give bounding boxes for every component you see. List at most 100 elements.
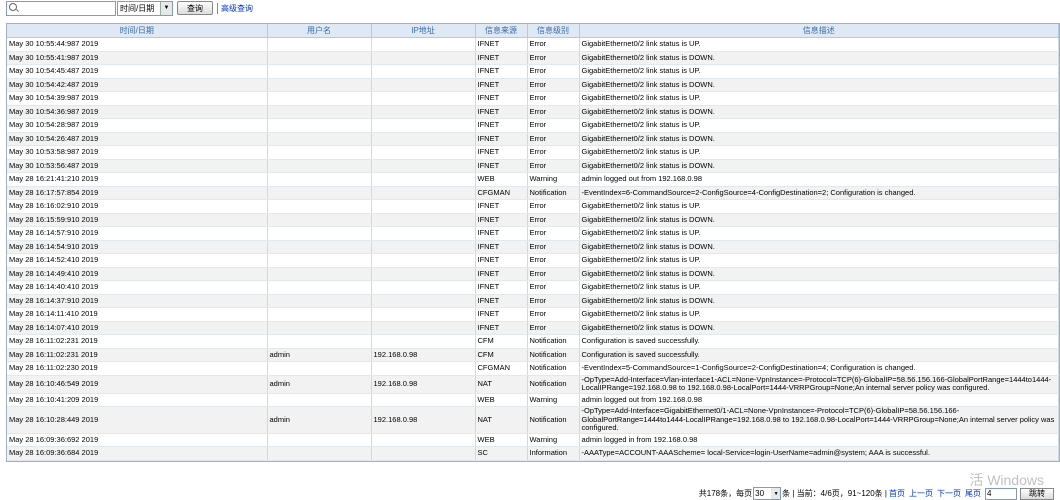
cell-source: NAT: [475, 406, 528, 434]
cell-ip: [371, 267, 476, 281]
table-row[interactable]: May 28 16:11:02:231 2019 admin 192.168.0.9…: [7, 348, 1059, 362]
cell-ip: [371, 433, 476, 447]
table-row[interactable]: May 28 16:09:36:684 2019 SC Information -AA…: [7, 446, 1059, 461]
table-row[interactable]: May 28 16:21:41:210 2019 WEB Warning admin …: [7, 172, 1059, 187]
table-row[interactable]: May 28 16:14:57:910 2019 IFNET Error Gigabi…: [7, 226, 1059, 241]
cell-desc: -OpType=Add-Interface=Vlan-interface1-AC…: [579, 375, 1059, 394]
cell-source: IFNET: [475, 226, 528, 241]
cell-source: IFNET: [475, 240, 528, 254]
cell-level: Error: [527, 307, 580, 322]
last-page-link[interactable]: 尾页: [965, 488, 981, 499]
cell-time: May 30 10:54:36:987 2019: [7, 105, 268, 119]
cell-desc: GigabitEthernet0/2 link status is UP.: [579, 253, 1059, 268]
table-row[interactable]: May 28 16:14:11:410 2019 IFNET Error Gigabi…: [7, 307, 1059, 322]
cell-level: Error: [527, 253, 580, 268]
table-row[interactable]: May 28 16:16:02:910 2019 IFNET Error Gigabi…: [7, 199, 1059, 214]
prev-page-link[interactable]: 上一页: [909, 488, 933, 499]
table-row[interactable]: May 30 10:54:26:487 2019 IFNET Error Gigabi…: [7, 132, 1059, 146]
next-page-link[interactable]: 下一页: [937, 488, 961, 499]
table-row[interactable]: May 28 16:14:49:410 2019 IFNET Error Gigabi…: [7, 267, 1059, 281]
advanced-query-link[interactable]: 高级查询: [217, 2, 253, 14]
toolbar: 时间/日期 ▼ 查询 高级查询: [6, 0, 253, 16]
cell-user: [267, 334, 372, 349]
cell-desc: -EventIndex=5-CommandSource=1-ConfigSour…: [579, 361, 1059, 376]
per-page-select[interactable]: 30 ▼: [753, 487, 782, 500]
cell-desc: GigabitEthernet0/2 link status is UP.: [579, 145, 1059, 160]
cell-user: [267, 321, 372, 335]
cell-ip: [371, 186, 476, 200]
cell-user: [267, 446, 372, 461]
table-row[interactable]: May 28 16:17:57:854 2019 CFGMAN Notificati…: [7, 186, 1059, 200]
cell-source: CFM: [475, 348, 528, 362]
search-box[interactable]: [6, 0, 116, 16]
cell-time: May 28 16:14:11:410 2019: [7, 307, 268, 322]
cell-source: IFNET: [475, 132, 528, 146]
cell-source: IFNET: [475, 64, 528, 79]
col-header-level[interactable]: 信息级别: [527, 24, 580, 38]
cell-source: IFNET: [475, 105, 528, 119]
table-row[interactable]: May 30 10:53:58:987 2019 IFNET Error Gigabi…: [7, 145, 1059, 160]
cell-user: [267, 307, 372, 322]
cell-user: [267, 159, 372, 173]
cell-level: Error: [527, 226, 580, 241]
search-icon: [9, 2, 17, 11]
table-row[interactable]: May 28 16:10:46:549 2019 admin 192.168.0.9…: [7, 375, 1059, 394]
table-row[interactable]: May 28 16:10:41:209 2019 WEB Warning admin …: [7, 393, 1059, 407]
cell-user: [267, 267, 372, 281]
table-row[interactable]: May 28 16:11:02:230 2019 CFGMAN Notificati…: [7, 361, 1059, 376]
first-page-link[interactable]: 首页: [889, 488, 905, 499]
cell-source: WEB: [475, 433, 528, 447]
cell-user: admin: [267, 375, 372, 394]
table-row[interactable]: May 28 16:15:59:910 2019 IFNET Error Gigabi…: [7, 213, 1059, 227]
col-header-ip[interactable]: IP地址: [371, 24, 476, 38]
cell-level: Error: [527, 321, 580, 335]
table-row[interactable]: May 30 10:54:28:987 2019 IFNET Error Gigabi…: [7, 118, 1059, 133]
table-row[interactable]: May 28 16:09:36:692 2019 WEB Warning admin …: [7, 433, 1059, 447]
table-row[interactable]: May 30 10:54:42:487 2019 IFNET Error Gigabi…: [7, 78, 1059, 92]
query-button[interactable]: 查询: [177, 1, 213, 15]
per-page-value: 30: [755, 489, 765, 498]
chevron-down-icon[interactable]: ▼: [160, 1, 172, 15]
field-select[interactable]: 时间/日期 ▼: [117, 0, 173, 16]
col-header-desc[interactable]: 信息描述: [579, 24, 1059, 38]
table-row[interactable]: May 28 16:11:02:231 2019 CFM Notification C…: [7, 334, 1059, 349]
cell-user: [267, 64, 372, 79]
table-row[interactable]: May 30 10:55:44:987 2019 IFNET Error Gigabi…: [7, 37, 1059, 52]
cell-ip: 192.168.0.98: [371, 348, 476, 362]
table-row[interactable]: May 28 16:14:37:910 2019 IFNET Error Gigabi…: [7, 294, 1059, 308]
search-input[interactable]: [19, 1, 109, 13]
cell-desc: Configuration is saved successfully.: [579, 348, 1059, 362]
table-row[interactable]: May 30 10:55:41:987 2019 IFNET Error Gigabi…: [7, 51, 1059, 65]
table-row[interactable]: May 30 10:54:45:487 2019 IFNET Error Gigabi…: [7, 64, 1059, 79]
cell-source: IFNET: [475, 294, 528, 308]
page-number-input[interactable]: [985, 487, 1017, 500]
table-row[interactable]: May 30 10:53:56:487 2019 IFNET Error Gigabi…: [7, 159, 1059, 173]
col-header-time[interactable]: 时间/日期: [7, 24, 268, 38]
cell-source: WEB: [475, 172, 528, 187]
cell-time: May 28 16:10:41:209 2019: [7, 393, 268, 407]
table-row[interactable]: May 28 16:14:52:410 2019 IFNET Error Gigabi…: [7, 253, 1059, 268]
table-row[interactable]: May 30 10:54:36:987 2019 IFNET Error Gigabi…: [7, 105, 1059, 119]
cell-desc: GigabitEthernet0/2 link status is UP.: [579, 118, 1059, 133]
cell-source: IFNET: [475, 213, 528, 227]
table-row[interactable]: May 28 16:14:07:410 2019 IFNET Error Gigabi…: [7, 321, 1059, 335]
table-row[interactable]: May 28 16:14:40:410 2019 IFNET Error Gigabi…: [7, 280, 1059, 295]
cell-source: IFNET: [475, 91, 528, 106]
cell-ip: [371, 294, 476, 308]
cell-source: IFNET: [475, 37, 528, 52]
go-button[interactable]: 跳转: [1020, 487, 1054, 500]
cell-source: IFNET: [475, 118, 528, 133]
table-row[interactable]: May 30 10:54:39:987 2019 IFNET Error Gigabi…: [7, 91, 1059, 106]
table-row[interactable]: May 28 16:14:54:910 2019 IFNET Error Gigabi…: [7, 240, 1059, 254]
chevron-down-icon[interactable]: ▼: [771, 488, 781, 499]
cell-time: May 28 16:10:28:449 2019: [7, 406, 268, 434]
cell-ip: [371, 37, 476, 52]
cell-level: Error: [527, 159, 580, 173]
cell-ip: [371, 240, 476, 254]
col-header-source[interactable]: 信息来源: [475, 24, 528, 38]
cell-level: Error: [527, 118, 580, 133]
col-header-user[interactable]: 用户名: [267, 24, 372, 38]
cell-ip: [371, 361, 476, 376]
table-row[interactable]: May 28 16:10:28:449 2019 admin 192.168.0.9…: [7, 406, 1059, 434]
cell-ip: [371, 334, 476, 349]
